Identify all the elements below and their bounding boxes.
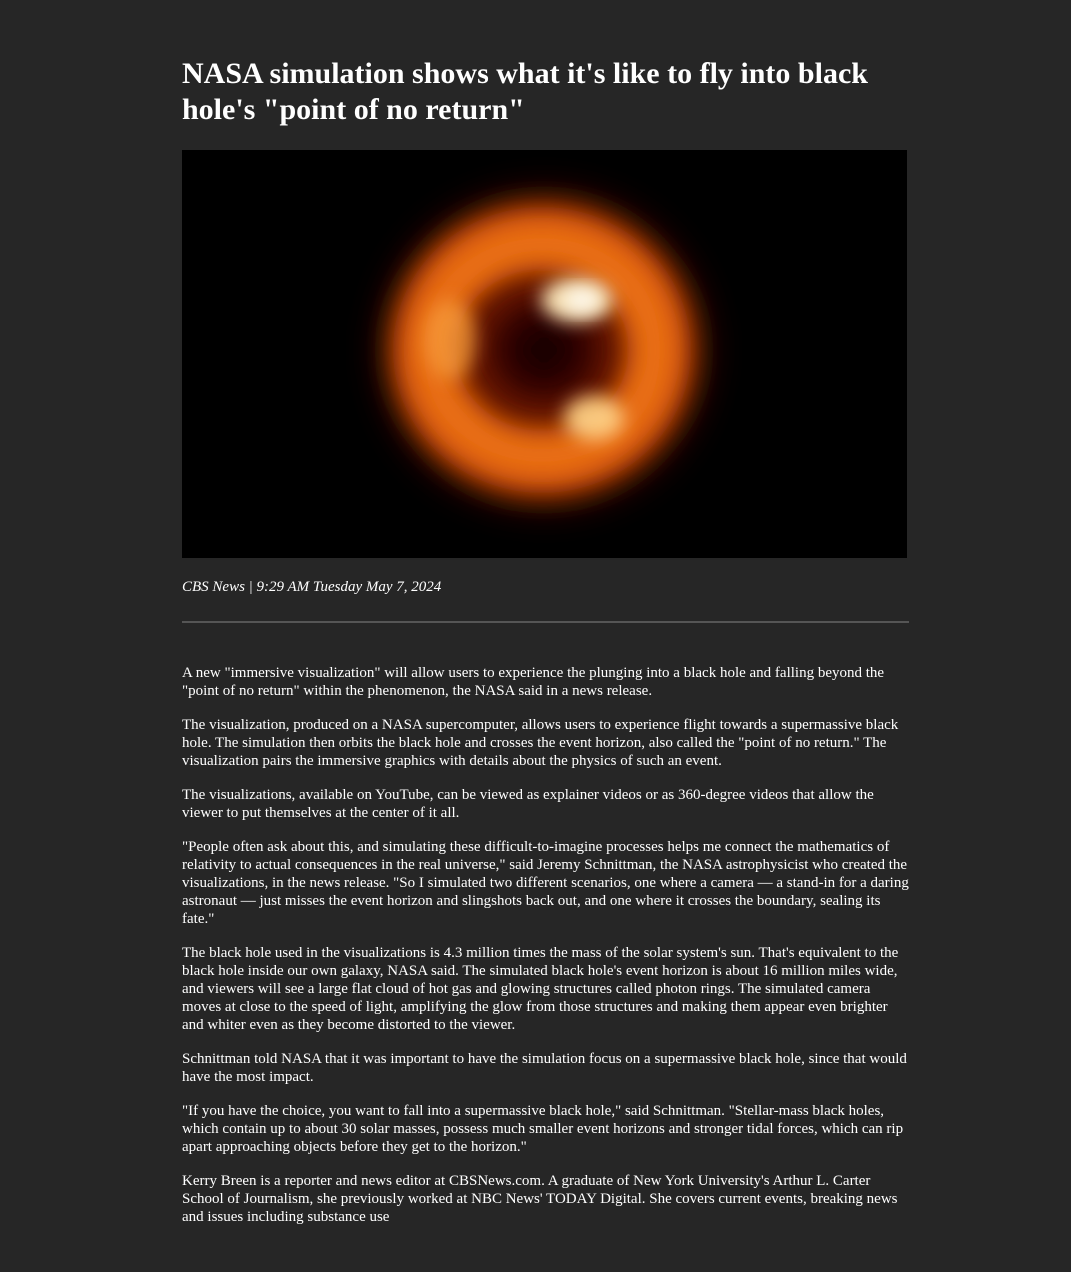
paragraph: Kerry Breen is a reporter and news edito…: [182, 1173, 898, 1225]
paragraph: Schnittman told NASA that it was importa…: [182, 1051, 907, 1085]
black-hole-graphic: [182, 150, 907, 558]
paragraph: The visualizations, available on YouTube…: [182, 787, 874, 821]
paragraph: "People often ask about this, and simula…: [182, 839, 909, 927]
article-headline: NASA simulation shows what it's like to …: [182, 57, 868, 126]
paragraph: The visualization, produced on a NASA su…: [182, 717, 899, 769]
article: NASA simulation shows what it's like to …: [182, 0, 909, 1226]
divider: [182, 621, 909, 623]
article-byline: CBS News | 9:29 AM Tuesday May 7, 2024: [182, 579, 442, 595]
black-hole-image: [182, 150, 907, 558]
article-body: A new "immersive visualization" will all…: [182, 664, 909, 1226]
paragraph: A new "immersive visualization" will all…: [182, 665, 885, 699]
paragraph: The black hole used in the visualization…: [182, 945, 899, 1033]
paragraph: "If you have the choice, you want to fal…: [182, 1103, 904, 1155]
